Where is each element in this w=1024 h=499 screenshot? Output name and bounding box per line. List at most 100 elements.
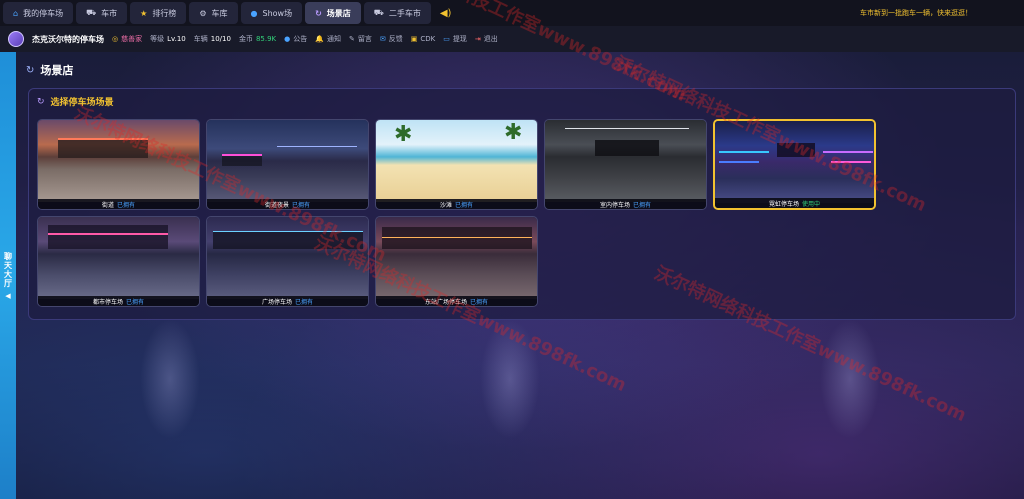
scene-card[interactable]: 都市停车场 已拥有 xyxy=(37,216,200,307)
scene-caption: 街道夜景 已拥有 xyxy=(207,199,368,209)
user-coins: 金币 85.9K xyxy=(238,35,277,43)
floor-light xyxy=(820,319,880,439)
tab-my-parking[interactable]: ⌂ 我的停车场 xyxy=(3,2,74,24)
feedback-link[interactable]: ✉ 反馈 xyxy=(380,34,403,44)
tab-scene-shop[interactable]: ↻ 场景店 xyxy=(305,2,361,24)
scene-name: 广场停车场 xyxy=(261,298,292,306)
scene-caption: 街道 已拥有 xyxy=(38,199,199,209)
scene-card[interactable]: 广场停车场 已拥有 xyxy=(206,216,369,307)
scene-caption: 霓虹停车场 使用中 xyxy=(715,198,874,208)
scene-caption: 沙滩 已拥有 xyxy=(376,199,537,209)
refresh-icon: ↻ xyxy=(37,96,45,107)
scene-card-selected[interactable]: 霓虹停车场 使用中 xyxy=(713,119,876,210)
message-link[interactable]: ✎ 留言 xyxy=(349,34,372,44)
speaker-icon[interactable]: ◀) xyxy=(434,8,458,19)
scene-thumbnail-street xyxy=(38,120,199,202)
scene-caption: 东站广场停车场 已拥有 xyxy=(376,296,537,306)
chat-hall-label: 聊天大厅 xyxy=(3,251,13,288)
scene-name: 沙滩 xyxy=(439,201,452,209)
scene-status: 已拥有 xyxy=(455,201,474,209)
scene-name: 街道 xyxy=(101,201,114,209)
chat-hall-tab[interactable]: 聊天大厅 ◀ xyxy=(0,52,16,499)
medal-icon: ◎ xyxy=(112,35,119,43)
scene-name: 都市停车场 xyxy=(92,298,123,306)
announcement-marquee: 车市新到一批跑车一辆，快来逛逛！ xyxy=(860,9,972,17)
scene-thumbnail-city xyxy=(38,217,199,299)
user-name: 杰克沃尔特的停车场 xyxy=(32,34,104,44)
scene-name: 霓虹停车场 xyxy=(768,200,799,208)
scene-card[interactable]: 室内停车场 已拥有 xyxy=(544,119,707,210)
user-bar: 杰克沃尔特的停车场 ◎ 慈善家 等级 Lv.10 车辆 10/10 金币 85.… xyxy=(0,26,1024,52)
refresh-icon: ↻ xyxy=(315,8,322,18)
scene-thumbnail-neon xyxy=(715,121,874,203)
tab-label: 我的停车场 xyxy=(23,8,64,18)
scene-status: 已拥有 xyxy=(292,201,311,209)
scene-thumbnail-indoor xyxy=(545,120,706,202)
page-header: ↻ 场景店 xyxy=(16,58,1024,82)
chat-icon: ✉ xyxy=(379,35,386,43)
tab-leaderboard[interactable]: ★ 排行榜 xyxy=(130,2,187,24)
scene-thumbnail-plaza xyxy=(207,217,368,299)
wallet-icon: ▭ xyxy=(443,35,450,43)
car-icon: ⛟ xyxy=(373,8,384,17)
tab-label: 场景店 xyxy=(326,8,351,18)
panel-title: 选择停车场场景 xyxy=(50,98,114,108)
scene-status: 已拥有 xyxy=(295,298,314,306)
scene-name: 街道夜景 xyxy=(264,201,289,209)
scene-grid: 街道 已拥有 街道夜景 已拥有 ✱ ✱ 沙滩 已拥有 室内停车场 已拥有 霓虹停… xyxy=(37,119,887,307)
tab-car-market[interactable]: ⛟ 车市 xyxy=(76,2,128,24)
scene-thumbnail-street-night xyxy=(207,120,368,202)
scene-caption: 室内停车场 已拥有 xyxy=(545,199,706,209)
logout-link[interactable]: ⇥ 退出 xyxy=(475,34,498,44)
tab-show[interactable]: ● Show场 xyxy=(240,2,303,24)
bell-icon: 🔔 xyxy=(315,35,324,43)
scene-status: 已拥有 xyxy=(117,201,136,209)
tab-label: Show场 xyxy=(262,8,293,18)
pin-icon: ✎ xyxy=(348,35,355,43)
scene-name: 东站广场停车场 xyxy=(424,298,467,306)
home-icon: ⌂ xyxy=(13,8,19,18)
scene-status: 已拥有 xyxy=(470,298,489,306)
tab-label: 二手车市 xyxy=(388,8,421,18)
info-icon: ● xyxy=(284,35,291,43)
page-title: 场景店 xyxy=(40,64,74,77)
scene-caption: 广场停车场 已拥有 xyxy=(207,296,368,306)
car-icon: ⛟ xyxy=(86,8,97,17)
refresh-icon: ↻ xyxy=(26,64,35,76)
notification-link[interactable]: 🔔 通知 xyxy=(315,34,341,44)
panel-header: ↻ 选择停车场场景 xyxy=(37,95,114,109)
scene-status: 已拥有 xyxy=(126,298,145,306)
floor-light xyxy=(140,319,200,439)
scene-status: 使用中 xyxy=(802,200,821,208)
scene-card[interactable]: 街道 已拥有 xyxy=(37,119,200,210)
scene-thumbnail-east-plaza xyxy=(376,217,537,299)
scene-selection-panel: ↻ 选择停车场场景 街道 已拥有 街道夜景 已拥有 ✱ ✱ 沙滩 已拥有 室内停… xyxy=(28,88,1016,320)
scene-card[interactable]: 东站广场停车场 已拥有 xyxy=(375,216,538,307)
user-title-badge: ◎ 慈善家 xyxy=(112,35,143,43)
top-nav: ⌂ 我的停车场 ⛟ 车市 ★ 排行榜 ⚙ 车库 ● Show场 ↻ 场景店 ⛟ … xyxy=(0,0,1024,26)
scene-status: 已拥有 xyxy=(633,201,652,209)
user-level: 等级 Lv.10 xyxy=(150,35,186,43)
logout-icon: ⇥ xyxy=(474,35,481,43)
user-slots: 车辆 10/10 xyxy=(193,35,231,43)
scene-card[interactable]: 街道夜景 已拥有 xyxy=(206,119,369,210)
star-icon: ★ xyxy=(140,8,148,18)
gift-icon: ▣ xyxy=(410,35,418,43)
announcement-link[interactable]: ● 公告 xyxy=(284,34,307,44)
info-icon: ● xyxy=(250,8,258,18)
gear-icon: ⚙ xyxy=(199,8,207,18)
avatar[interactable] xyxy=(8,31,24,47)
chevron-left-icon: ◀ xyxy=(5,291,11,300)
scene-caption: 都市停车场 已拥有 xyxy=(38,296,199,306)
tab-label: 车市 xyxy=(101,8,118,18)
withdraw-link[interactable]: ▭ 提现 xyxy=(443,34,467,44)
tab-used-cars[interactable]: ⛟ 二手车市 xyxy=(363,2,431,24)
tab-label: 车库 xyxy=(211,8,228,18)
scene-card[interactable]: ✱ ✱ 沙滩 已拥有 xyxy=(375,119,538,210)
tab-label: 排行榜 xyxy=(152,8,177,18)
tab-garage[interactable]: ⚙ 车库 xyxy=(189,2,238,24)
scene-thumbnail-beach: ✱ ✱ xyxy=(376,120,537,202)
floor-light xyxy=(480,319,540,439)
cdk-link[interactable]: ▣ CDK xyxy=(411,35,436,43)
scene-name: 室内停车场 xyxy=(599,201,630,209)
